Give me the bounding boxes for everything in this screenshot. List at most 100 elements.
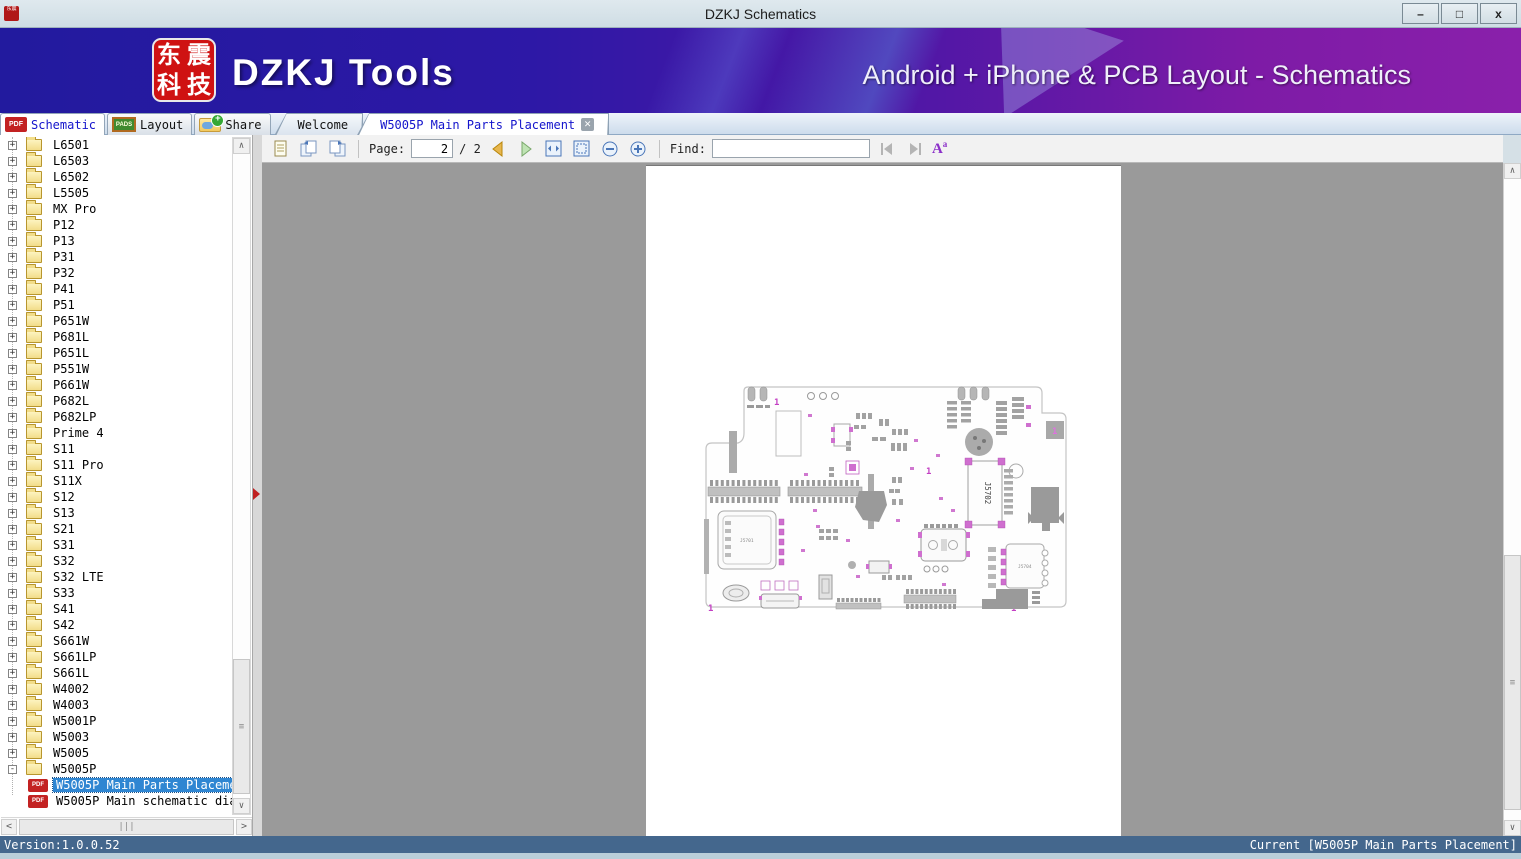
match-case-icon[interactable]: Aa bbox=[932, 139, 947, 158]
tree-folder-s661l[interactable]: + S661L bbox=[0, 664, 233, 681]
expand-icon[interactable]: + bbox=[8, 700, 17, 710]
tree-folder-l6502[interactable]: + L6502 bbox=[0, 168, 233, 185]
tree-folder-w5005[interactable]: + W5005 bbox=[0, 744, 233, 761]
expand-icon[interactable]: + bbox=[8, 524, 17, 534]
tree-folder-s42[interactable]: + S42 bbox=[0, 616, 233, 633]
expand-icon[interactable]: + bbox=[8, 348, 17, 358]
tree-folder-mx-pro[interactable]: + MX Pro bbox=[0, 200, 233, 217]
tree-folder-p41[interactable]: + P41 bbox=[0, 280, 233, 297]
expand-icon[interactable]: + bbox=[8, 156, 17, 166]
zoom-in-icon[interactable] bbox=[627, 138, 649, 160]
tree-folder-p681l[interactable]: + P681L bbox=[0, 328, 233, 345]
tree-document-w5005p-main-schematic-diagram[interactable]: PDF W5005P Main schematic diagram bbox=[0, 793, 233, 809]
scrollbar-thumb[interactable]: ≡ bbox=[233, 659, 250, 794]
tree-folder-s31[interactable]: + S31 bbox=[0, 536, 233, 553]
tree-folder-s33[interactable]: + S33 bbox=[0, 584, 233, 601]
tree-folder-l6503[interactable]: + L6503 bbox=[0, 152, 233, 169]
expand-icon[interactable]: + bbox=[8, 140, 17, 150]
find-next-icon[interactable] bbox=[904, 138, 926, 160]
tree-folder-p51[interactable]: + P51 bbox=[0, 296, 233, 313]
close-button[interactable]: x bbox=[1480, 3, 1517, 24]
doc-tab-welcome[interactable]: Welcome bbox=[274, 113, 364, 135]
expand-icon[interactable]: + bbox=[8, 204, 17, 214]
zoom-out-icon[interactable] bbox=[599, 138, 621, 160]
tree-vertical-scrollbar[interactable]: ∧ ≡ ∨ bbox=[232, 137, 251, 815]
tree-document-w5005p-main-parts-placement[interactable]: PDF W5005P Main Parts Placement bbox=[0, 777, 233, 793]
expand-icon[interactable]: + bbox=[8, 236, 17, 246]
tree-folder-prime-4[interactable]: + Prime 4 bbox=[0, 424, 233, 441]
expand-icon[interactable]: + bbox=[8, 284, 17, 294]
maximize-button[interactable]: □ bbox=[1441, 3, 1478, 24]
expand-icon[interactable]: + bbox=[8, 460, 17, 470]
document-viewer[interactable]: 1 1 1 1 1 bbox=[262, 163, 1503, 836]
scroll-down-icon[interactable]: ∨ bbox=[233, 798, 250, 814]
panel-splitter[interactable] bbox=[253, 135, 262, 836]
expand-icon[interactable]: + bbox=[8, 620, 17, 630]
tree-folder-l6501[interactable]: + L6501 bbox=[0, 137, 233, 153]
expand-icon[interactable]: + bbox=[8, 476, 17, 486]
tree-folder-w5005p[interactable]: - W5005P bbox=[0, 760, 233, 777]
expand-icon[interactable]: + bbox=[8, 492, 17, 502]
expand-icon[interactable]: + bbox=[8, 252, 17, 262]
expand-icon[interactable]: + bbox=[8, 300, 17, 310]
tree-folder-p682lp[interactable]: + P682LP bbox=[0, 408, 233, 425]
scroll-up-icon[interactable]: ∧ bbox=[233, 138, 250, 154]
tree-folder-p32[interactable]: + P32 bbox=[0, 264, 233, 281]
tree-folder-p551w[interactable]: + P551W bbox=[0, 360, 233, 377]
tree-folder-w4002[interactable]: + W4002 bbox=[0, 680, 233, 697]
tree-folder-p651l[interactable]: + P651L bbox=[0, 344, 233, 361]
rotate-left-icon[interactable] bbox=[298, 138, 320, 160]
tree-folder-s32[interactable]: + S32 bbox=[0, 552, 233, 569]
expand-icon[interactable]: + bbox=[8, 412, 17, 422]
tab-schematic[interactable]: PDF Schematic bbox=[0, 113, 106, 135]
expand-icon[interactable]: + bbox=[8, 716, 17, 726]
scroll-left-icon[interactable]: < bbox=[1, 819, 17, 835]
scroll-up-icon[interactable]: ∧ bbox=[1504, 163, 1521, 179]
scrollbar-thumb[interactable]: ≡ bbox=[1504, 555, 1521, 810]
expand-icon[interactable]: + bbox=[8, 684, 17, 694]
expand-icon[interactable]: + bbox=[8, 732, 17, 742]
tree-folder-s661w[interactable]: + S661W bbox=[0, 632, 233, 649]
tree-folder-w5001p[interactable]: + W5001P bbox=[0, 712, 233, 729]
tree-folder-s11x[interactable]: + S11X bbox=[0, 472, 233, 489]
expand-icon[interactable]: + bbox=[8, 636, 17, 646]
expand-icon[interactable]: + bbox=[8, 364, 17, 374]
find-prev-icon[interactable] bbox=[876, 138, 898, 160]
copy-page-icon[interactable] bbox=[270, 138, 292, 160]
rotate-right-icon[interactable] bbox=[326, 138, 348, 160]
tree-folder-p682l[interactable]: + P682L bbox=[0, 392, 233, 409]
tree-folder-s12[interactable]: + S12 bbox=[0, 488, 233, 505]
expand-icon[interactable]: + bbox=[8, 572, 17, 582]
splitter-collapse-icon[interactable] bbox=[253, 488, 260, 500]
expand-icon[interactable]: + bbox=[8, 220, 17, 230]
expand-icon[interactable]: + bbox=[8, 652, 17, 662]
page-number-input[interactable] bbox=[411, 139, 454, 158]
expand-icon[interactable]: + bbox=[8, 668, 17, 678]
tree-folder-p651w[interactable]: + P651W bbox=[0, 312, 233, 329]
expand-icon[interactable]: + bbox=[8, 508, 17, 518]
tree-folder-s41[interactable]: + S41 bbox=[0, 600, 233, 617]
tree-folder-w5003[interactable]: + W5003 bbox=[0, 728, 233, 745]
tree-folder-p661w[interactable]: + P661W bbox=[0, 376, 233, 393]
close-tab-icon[interactable]: ✕ bbox=[581, 118, 594, 131]
tree-folder-s661lp[interactable]: + S661LP bbox=[0, 648, 233, 665]
expand-icon[interactable]: + bbox=[8, 268, 17, 278]
minimize-button[interactable]: – bbox=[1402, 3, 1439, 24]
scroll-down-icon[interactable]: ∨ bbox=[1504, 820, 1521, 836]
tree-folder-s11-pro[interactable]: + S11 Pro bbox=[0, 456, 233, 473]
expand-icon[interactable]: + bbox=[8, 188, 17, 198]
expand-icon[interactable]: + bbox=[8, 444, 17, 454]
tree-folder-l5505[interactable]: + L5505 bbox=[0, 184, 233, 201]
doc-tab-w5005p-main-parts-placement[interactable]: W5005P Main Parts Placement ✕ bbox=[357, 113, 610, 135]
tree-folder-s13[interactable]: + S13 bbox=[0, 504, 233, 521]
find-input[interactable] bbox=[711, 139, 870, 158]
expand-icon[interactable]: + bbox=[8, 332, 17, 342]
next-page-icon[interactable] bbox=[515, 138, 537, 160]
expand-icon[interactable]: + bbox=[8, 396, 17, 406]
tab-layout[interactable]: PADS Layout bbox=[107, 113, 193, 135]
tab-share[interactable]: Share bbox=[194, 113, 271, 135]
tree-folder-s32-lte[interactable]: + S32 LTE bbox=[0, 568, 233, 585]
prev-page-icon[interactable] bbox=[487, 138, 509, 160]
tree-folder-p13[interactable]: + P13 bbox=[0, 232, 233, 249]
expand-icon[interactable]: + bbox=[8, 604, 17, 614]
